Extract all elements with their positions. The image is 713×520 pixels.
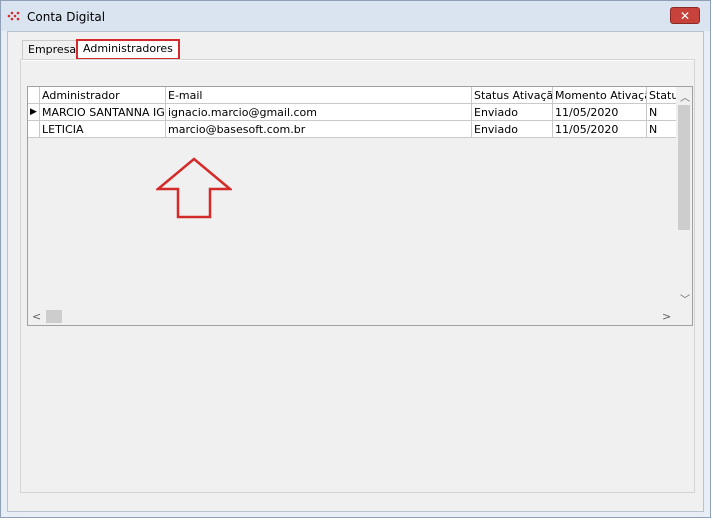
cell-administrador[interactable]: LETICIA <box>40 121 166 138</box>
row-indicator-cell <box>28 121 40 138</box>
column-header-administrador[interactable]: Administrador <box>40 87 166 104</box>
table-row[interactable]: LETICIA marcio@basesoft.com.br Enviado 1… <box>28 121 677 138</box>
tab-administradores-label: Administradores <box>83 42 173 55</box>
close-button[interactable]: ✕ <box>670 7 700 24</box>
tab-panel-administradores: Administrador E-mail Status Ativação Mom… <box>20 59 695 493</box>
vertical-scrollbar[interactable]: ︿ ﹀ <box>676 87 692 309</box>
column-header-status[interactable]: Status <box>647 87 677 104</box>
cell-momento-ativacao[interactable]: 11/05/2020 <box>553 104 647 121</box>
cell-momento-ativacao[interactable]: 11/05/2020 <box>553 121 647 138</box>
cell-administrador[interactable]: MARCIO SANTANNA IGNACIO <box>40 104 166 121</box>
cell-status-ativacao[interactable]: Enviado <box>472 121 553 138</box>
window-title: Conta Digital <box>27 10 106 24</box>
title-bar[interactable]: Conta Digital ✕ <box>1 1 710 31</box>
column-header-status-ativacao[interactable]: Status Ativação <box>472 87 553 104</box>
horizontal-scroll-thumb[interactable] <box>46 310 62 323</box>
tab-empresa[interactable]: Empresa <box>22 40 83 60</box>
scrollbar-corner <box>676 308 692 325</box>
table-row[interactable]: ▶ MARCIO SANTANNA IGNACIO ignacio.marcio… <box>28 104 677 121</box>
scroll-left-icon[interactable]: < <box>32 310 41 323</box>
close-icon: ✕ <box>679 9 691 23</box>
client-area: Empresa Administradores Administrador E-… <box>7 31 704 512</box>
column-header-email[interactable]: E-mail <box>166 87 472 104</box>
scroll-up-icon[interactable]: ︿ <box>680 89 690 104</box>
red-up-arrow-annotation-icon <box>156 157 232 219</box>
vertical-scroll-thumb[interactable] <box>678 105 690 230</box>
tab-administradores[interactable]: Administradores <box>76 39 180 60</box>
cell-status[interactable]: N <box>647 121 677 138</box>
scroll-down-icon[interactable]: ﹀ <box>680 291 690 306</box>
header-indicator-cell <box>28 87 40 104</box>
scroll-right-icon[interactable]: > <box>662 310 671 323</box>
current-row-icon: ▶ <box>30 107 37 117</box>
cell-email[interactable]: ignacio.marcio@gmail.com <box>166 104 472 121</box>
cell-status-ativacao[interactable]: Enviado <box>472 104 553 121</box>
conta-digital-window: Conta Digital ✕ Empresa Administradores … <box>0 0 711 518</box>
row-indicator-cell: ▶ <box>28 104 40 121</box>
grid-header-row: Administrador E-mail Status Ativação Mom… <box>28 87 677 104</box>
cell-status[interactable]: N <box>647 104 677 121</box>
tab-empresa-label: Empresa <box>28 43 77 56</box>
administradores-grid[interactable]: Administrador E-mail Status Ativação Mom… <box>27 86 693 326</box>
app-icon <box>7 11 20 21</box>
column-header-momento-ativacao[interactable]: Momento Ativação <box>553 87 647 104</box>
cell-email[interactable]: marcio@basesoft.com.br <box>166 121 472 138</box>
grid-body: Administrador E-mail Status Ativação Mom… <box>28 87 677 307</box>
horizontal-scrollbar[interactable]: < > <box>28 308 677 325</box>
